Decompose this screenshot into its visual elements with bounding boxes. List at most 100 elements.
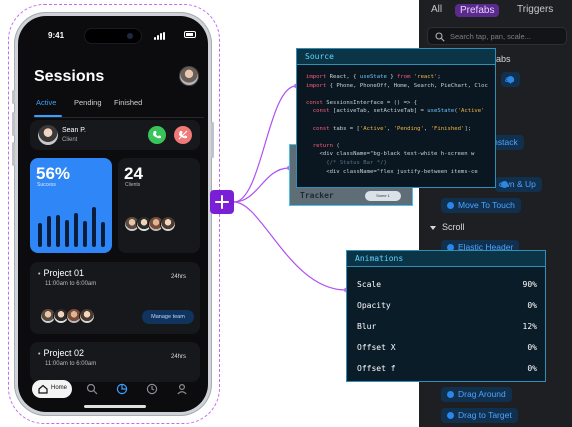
code-line: import React, { useState } from 'react'; [306, 74, 441, 80]
animations-title: Animations [355, 254, 404, 263]
search-icon[interactable] [86, 383, 98, 395]
success-stat-card[interactable]: 56% Success [30, 158, 112, 253]
animation-value[interactable]: 12% [523, 322, 537, 331]
pie-chart-icon[interactable] [116, 383, 128, 395]
success-bar [92, 207, 96, 247]
code-line: {/* Status Bar */} [326, 159, 387, 166]
success-bar [38, 223, 42, 247]
page-title: Sessions [34, 68, 105, 85]
tab-prefabs[interactable]: Prefabs [455, 4, 500, 17]
tracker-label: Tracker [300, 191, 334, 200]
animation-row-scale[interactable]: Scale 90% [357, 280, 539, 289]
nav-home-label: Home [51, 385, 68, 391]
success-bar-chart [36, 203, 108, 247]
add-connection-button[interactable] [210, 190, 234, 214]
section-tabs-label: abs [496, 54, 511, 64]
phone-frame[interactable]: 9:41 Sessions Active Pending Finished Se… [12, 12, 214, 416]
member-avatar [79, 308, 95, 324]
tracker-pill[interactable]: Some 1 [365, 191, 401, 201]
prefab-drag-to-target[interactable]: Drag to Target [441, 408, 518, 423]
animation-row-blur[interactable]: Blur 12% [357, 322, 539, 331]
code-line: import { Phone, PhoneOff, Home, Search, … [306, 82, 488, 89]
chevron-down-icon[interactable] [429, 224, 437, 232]
tab-active[interactable]: Active [36, 98, 56, 107]
project-time: 11:00am to 6:00am [45, 281, 97, 287]
project-time: 11:00am to 6:00am [45, 361, 97, 367]
contact-card[interactable]: Sean P. Client [30, 120, 200, 150]
prefab-move-down-up[interactable]: own & Up [495, 177, 542, 192]
success-bar [74, 213, 78, 247]
animation-value[interactable]: 0% [527, 343, 537, 352]
success-value: 56% [36, 164, 71, 183]
clients-label: Clients [125, 182, 141, 188]
prefab-drag-around[interactable]: Drag Around [441, 387, 512, 402]
animation-value[interactable]: 0% [527, 364, 537, 373]
tab-finished[interactable]: Finished [114, 98, 142, 107]
contact-name: Sean P. [62, 127, 87, 134]
code-line: const SessionsInterface = () => { [306, 99, 418, 106]
project-title: Project 02 [38, 348, 84, 358]
signal-icon [154, 32, 178, 40]
animation-row-opacity[interactable]: Opacity 0% [357, 301, 539, 310]
avatar[interactable] [179, 66, 199, 86]
tab-all[interactable]: All [431, 4, 442, 15]
clients-value: 24 [124, 164, 143, 183]
tab-triggers[interactable]: Triggers [517, 4, 553, 15]
source-window[interactable]: Source import React, { useState } from '… [296, 48, 496, 188]
success-bar [56, 215, 60, 247]
hangup-button[interactable] [174, 126, 192, 144]
animation-row-offset-f[interactable]: Offset f 0% [357, 364, 539, 373]
tab-pending[interactable]: Pending [74, 98, 102, 107]
search-input[interactable]: Search tap, pan, scale... [427, 27, 567, 45]
contact-avatar [38, 125, 58, 145]
search-placeholder: Search tap, pan, scale... [450, 32, 531, 41]
side-button [12, 90, 15, 104]
manage-team-button[interactable]: Manage team [142, 310, 194, 324]
contact-role: Client [62, 137, 78, 143]
project-hours: 24hrs [170, 274, 186, 280]
animation-row-offset-x[interactable]: Offset X 0% [357, 343, 539, 352]
search-icon [435, 32, 445, 42]
success-bar [65, 220, 69, 247]
status-bar: 9:41 [18, 28, 208, 44]
animation-label: Scale [357, 280, 382, 289]
source-header: Source [297, 49, 495, 65]
phone-icon [153, 131, 161, 139]
power-button [211, 122, 214, 158]
nav-home[interactable]: Home [32, 380, 72, 398]
code-line: const tabs = ['Active', 'Pending', 'Fini… [312, 125, 472, 132]
section-scroll-label: Scroll [442, 222, 465, 232]
source-title: Source [305, 52, 334, 61]
profile-icon[interactable] [176, 383, 188, 395]
volume-up-button [12, 112, 15, 136]
call-button[interactable] [148, 126, 166, 144]
prefab-tap[interactable]: ap [501, 72, 521, 87]
animation-label: Opacity [357, 301, 391, 310]
client-avatar [160, 216, 176, 232]
animation-label: Blur [357, 322, 377, 331]
status-time: 9:41 [48, 31, 65, 40]
code-line: <div className="flex justify-between ite… [306, 168, 478, 175]
project-card[interactable]: Project 01 11:00am to 6:00am 24hrs Manag… [30, 262, 200, 334]
prefab-move-to-touch[interactable]: Move To Touch [441, 198, 521, 213]
success-bar [83, 221, 87, 247]
home-indicator [84, 405, 146, 408]
dynamic-island [84, 28, 142, 44]
success-bar [101, 222, 105, 247]
phone-screen: 9:41 Sessions Active Pending Finished Se… [18, 16, 208, 412]
bottom-nav: Home [30, 376, 196, 402]
animation-label: Offset X [357, 343, 396, 352]
animations-window[interactable]: Animations Scale 90% Opacity 0% Blur 12% Of… [346, 250, 546, 382]
animation-label: Offset f [357, 364, 396, 373]
code-line: return ( [312, 142, 340, 149]
code-line: <div className="bg-black text-white h-sc… [306, 151, 475, 158]
success-bar [47, 216, 51, 247]
source-code[interactable]: import React, { useState } from 'react';… [306, 73, 492, 176]
animation-value[interactable]: 90% [523, 280, 537, 289]
animation-value[interactable]: 0% [527, 301, 537, 310]
clock-icon[interactable] [146, 383, 158, 395]
clients-stat-card[interactable]: 24 Clients [118, 158, 200, 253]
